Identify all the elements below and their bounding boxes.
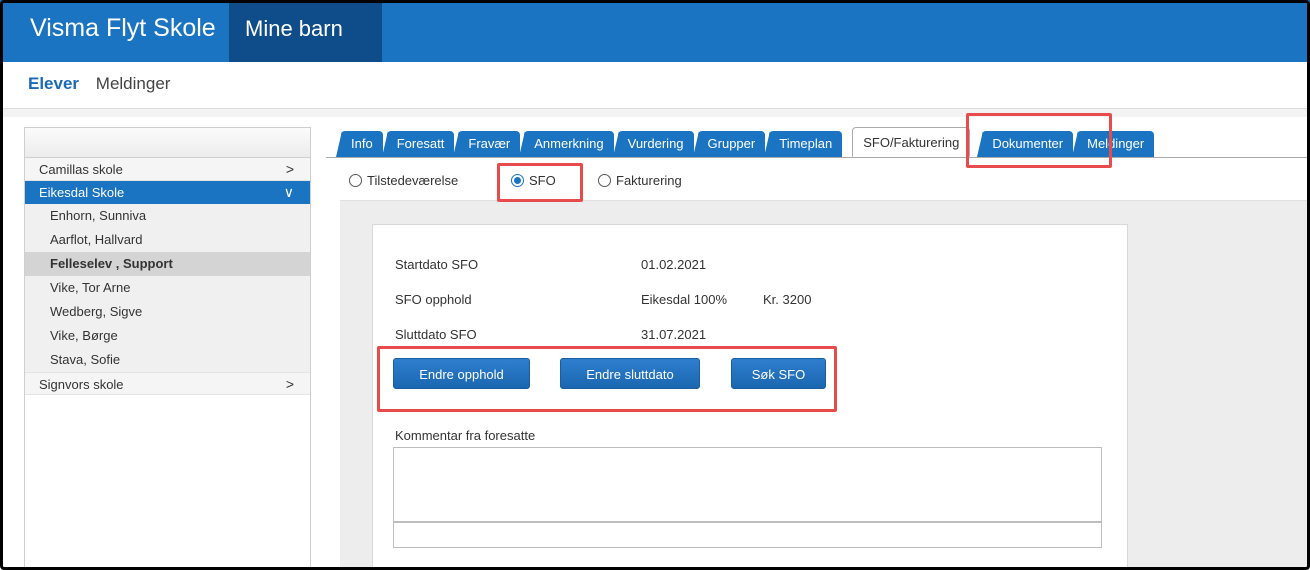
opphold-label: SFO opphold: [395, 292, 472, 307]
sluttdato-label: Sluttdato SFO: [395, 327, 477, 342]
school-label: Eikesdal Skole: [39, 185, 125, 200]
sluttdato-value: 31.07.2021: [641, 327, 707, 342]
school-label: Camillas skole: [39, 162, 123, 177]
student-item[interactable]: Aarflot, Hallvard: [25, 228, 310, 252]
radio-label: SFO: [529, 173, 556, 188]
divider-band: [3, 109, 1307, 117]
startdato-label: Startdato SFO: [395, 257, 479, 272]
comment-textarea[interactable]: [393, 447, 1102, 522]
sidebar: Camillas skole > Eikesdal Skole ∨ Enhorn…: [24, 127, 311, 570]
opphold-price: Kr. 3200: [763, 292, 812, 307]
sidebar-school-camillas[interactable]: Camillas skole >: [25, 158, 310, 181]
comment-input[interactable]: [393, 522, 1102, 548]
startdato-value: 01.02.2021: [641, 257, 707, 272]
school-label: Signvors skole: [39, 377, 124, 392]
student-item[interactable]: Stava, Sofie: [25, 348, 310, 372]
tab-vurdering[interactable]: Vurdering: [612, 131, 694, 157]
comment-label: Kommentar fra foresatte: [395, 428, 536, 443]
radio-tilstedevaerelse[interactable]: Tilstedeværelse: [349, 173, 458, 188]
radio-unchecked-icon: [598, 174, 611, 187]
radio-label: Fakturering: [616, 173, 682, 188]
secondary-nav: Elever Meldinger: [28, 74, 182, 94]
tab-sfo-fakturering[interactable]: SFO/Fakturering: [852, 127, 971, 157]
tab-bar: Info Foresatt Fravær Anmerkning Vurderin…: [336, 127, 1158, 157]
radio-unchecked-icon: [349, 174, 362, 187]
brand-title: Visma Flyt Skole: [30, 14, 216, 42]
radio-checked-icon: [511, 174, 524, 187]
endre-sluttdato-button[interactable]: Endre sluttdato: [560, 358, 700, 389]
nav-meldinger[interactable]: Meldinger: [96, 74, 171, 93]
nav-elever[interactable]: Elever: [28, 74, 79, 93]
chevron-right-icon: >: [285, 376, 294, 392]
tab-fravaer[interactable]: Fravær: [453, 131, 521, 157]
tab-anmerkning[interactable]: Anmerkning: [519, 131, 614, 157]
student-item[interactable]: Wedberg, Sigve: [25, 300, 310, 324]
chevron-right-icon: >: [285, 161, 294, 177]
chevron-down-icon: ∨: [283, 184, 294, 200]
student-item[interactable]: Enhorn, Sunniva: [25, 204, 310, 228]
sok-sfo-button[interactable]: Søk SFO: [731, 358, 826, 389]
tab-meldinger[interactable]: Meldinger: [1072, 131, 1155, 157]
endre-opphold-button[interactable]: Endre opphold: [393, 358, 530, 389]
radio-fakturering[interactable]: Fakturering: [598, 173, 682, 188]
nav-mine-barn[interactable]: Mine barn: [229, 0, 382, 62]
sidebar-school-eikesdal[interactable]: Eikesdal Skole ∨: [25, 181, 310, 204]
tab-timeplan[interactable]: Timeplan: [764, 131, 843, 157]
student-item[interactable]: Vike, Tor Arne: [25, 276, 310, 300]
student-item[interactable]: Vike, Børge: [25, 324, 310, 348]
tab-info[interactable]: Info: [336, 131, 383, 157]
radio-label: Tilstedeværelse: [367, 173, 459, 188]
radio-sfo[interactable]: SFO: [511, 173, 556, 188]
sidebar-header: [25, 128, 310, 158]
tab-foresatt[interactable]: Foresatt: [381, 131, 455, 157]
top-bar: Visma Flyt Skole Mine barn: [0, 0, 1310, 62]
sidebar-school-signvors[interactable]: Signvors skole >: [25, 372, 310, 395]
tabs-baseline: [326, 157, 1307, 158]
student-list: Enhorn, Sunniva Aarflot, Hallvard Felles…: [25, 204, 310, 372]
tab-grupper[interactable]: Grupper: [692, 131, 766, 157]
opphold-value: Eikesdal 100%: [641, 292, 727, 307]
tab-dokumenter[interactable]: Dokumenter: [977, 131, 1074, 157]
student-item-selected[interactable]: Felleselev , Support: [25, 252, 310, 276]
